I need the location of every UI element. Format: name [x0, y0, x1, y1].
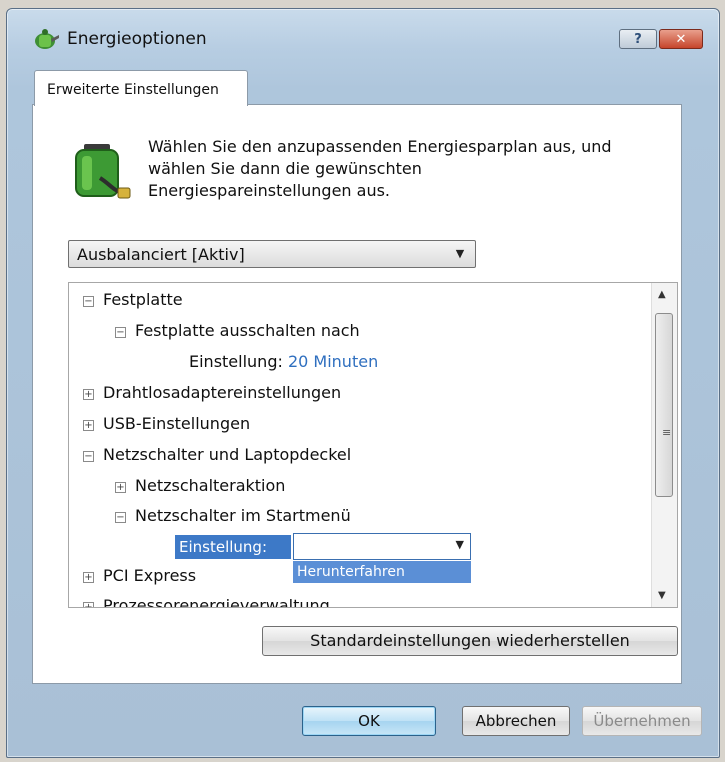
battery-plug-icon — [75, 144, 131, 199]
intro-text: Wählen Sie den anzupassenden Energiespar… — [148, 136, 678, 202]
scroll-up-icon[interactable]: ▲ — [658, 289, 666, 300]
intro-line: Energiespareinstellungen aus. — [148, 181, 391, 200]
tree-item-label: Prozessorenergieverwaltung — [103, 596, 330, 608]
tree-item-label: Festplatte ausschalten nach — [135, 321, 360, 340]
collapse-icon[interactable]: − — [83, 451, 94, 462]
tree-item-label: Festplatte — [103, 290, 183, 309]
tree-item-label: Netzschalteraktion — [135, 476, 286, 495]
setting-dropdown[interactable]: ▼ — [293, 533, 471, 560]
tree-item-label: Netzschalter im Startmenü — [135, 506, 351, 525]
tree-item-usb[interactable]: + USB-Einstellungen — [83, 413, 250, 435]
settings-tree[interactable]: − Festplatte − Festplatte ausschalten nach… — [68, 282, 678, 608]
tree-item-prozessor[interactable]: + Prozessorenergieverwaltung — [83, 595, 330, 608]
scroll-thumb[interactable]: ≡ — [655, 313, 673, 497]
tree-item-festplatte-ausschalten[interactable]: − Festplatte ausschalten nach — [115, 320, 360, 342]
tree-item-netzschalteraktion[interactable]: + Netzschalteraktion — [115, 475, 285, 497]
selected-setting-label: Einstellung: — [175, 535, 291, 559]
tab-advanced-settings[interactable]: Erweiterte Einstellungen — [34, 70, 248, 106]
close-button[interactable]: ✕ — [659, 29, 703, 49]
ok-button[interactable]: OK — [302, 706, 436, 736]
dropdown-option-herunterfahren[interactable]: Herunterfahren — [293, 561, 471, 583]
tree-item-drahtlos[interactable]: + Drahtlosadaptereinstellungen — [83, 382, 341, 404]
power-plan-value: Ausbalanciert [Aktiv] — [77, 245, 245, 264]
tree-item-label: PCI Express — [103, 566, 197, 585]
tree-item-festplatte[interactable]: − Festplatte — [83, 289, 183, 311]
window-title: Energieoptionen — [67, 29, 207, 49]
expand-icon[interactable]: + — [83, 602, 94, 607]
collapse-icon[interactable]: − — [115, 327, 126, 338]
title-bar[interactable]: Energieoptionen ? ✕ — [7, 9, 719, 53]
apply-button[interactable]: Übernehmen — [582, 706, 702, 736]
help-button[interactable]: ? — [619, 29, 657, 49]
tree-item-label: Netzschalter und Laptopdeckel — [103, 445, 352, 464]
collapse-icon[interactable]: − — [115, 512, 126, 523]
tree-item-netzschalter[interactable]: − Netzschalter und Laptopdeckel — [83, 444, 351, 466]
chevron-down-icon[interactable]: ▼ — [451, 245, 469, 263]
chevron-down-icon[interactable]: ▼ — [456, 538, 464, 551]
setting-value-link[interactable]: 20 Minuten — [288, 352, 378, 371]
tree-item-setting-value[interactable]: Einstellung: 20 Minuten — [189, 351, 378, 373]
tree-item-netzschalter-startmenu[interactable]: − Netzschalter im Startmenü — [115, 505, 351, 527]
intro-line: wählen Sie dann die gewünschten — [148, 159, 422, 178]
tree-item-pci-express[interactable]: + PCI Express — [83, 565, 196, 587]
expand-icon[interactable]: + — [83, 420, 94, 431]
power-plan-select[interactable]: Ausbalanciert [Aktiv] ▼ — [68, 240, 476, 268]
expand-icon[interactable]: + — [115, 482, 126, 493]
setting-label: Einstellung: — [189, 352, 283, 371]
cancel-button[interactable]: Abbrechen — [462, 706, 570, 736]
grip-icon: ≡ — [662, 426, 672, 439]
vertical-scrollbar[interactable]: ▲ ≡ ▼ — [651, 283, 677, 607]
tree-item-label: Drahtlosadaptereinstellungen — [103, 383, 342, 402]
collapse-icon[interactable]: − — [83, 296, 94, 307]
scroll-down-icon[interactable]: ▼ — [658, 590, 666, 601]
restore-defaults-button[interactable]: Standardeinstellungen wiederherstellen — [262, 626, 678, 656]
intro-line: Wählen Sie den anzupassenden Energiespar… — [148, 137, 612, 156]
tree-item-label: USB-Einstellungen — [103, 414, 251, 433]
power-options-icon — [35, 29, 59, 49]
expand-icon[interactable]: + — [83, 572, 94, 583]
expand-icon[interactable]: + — [83, 389, 94, 400]
